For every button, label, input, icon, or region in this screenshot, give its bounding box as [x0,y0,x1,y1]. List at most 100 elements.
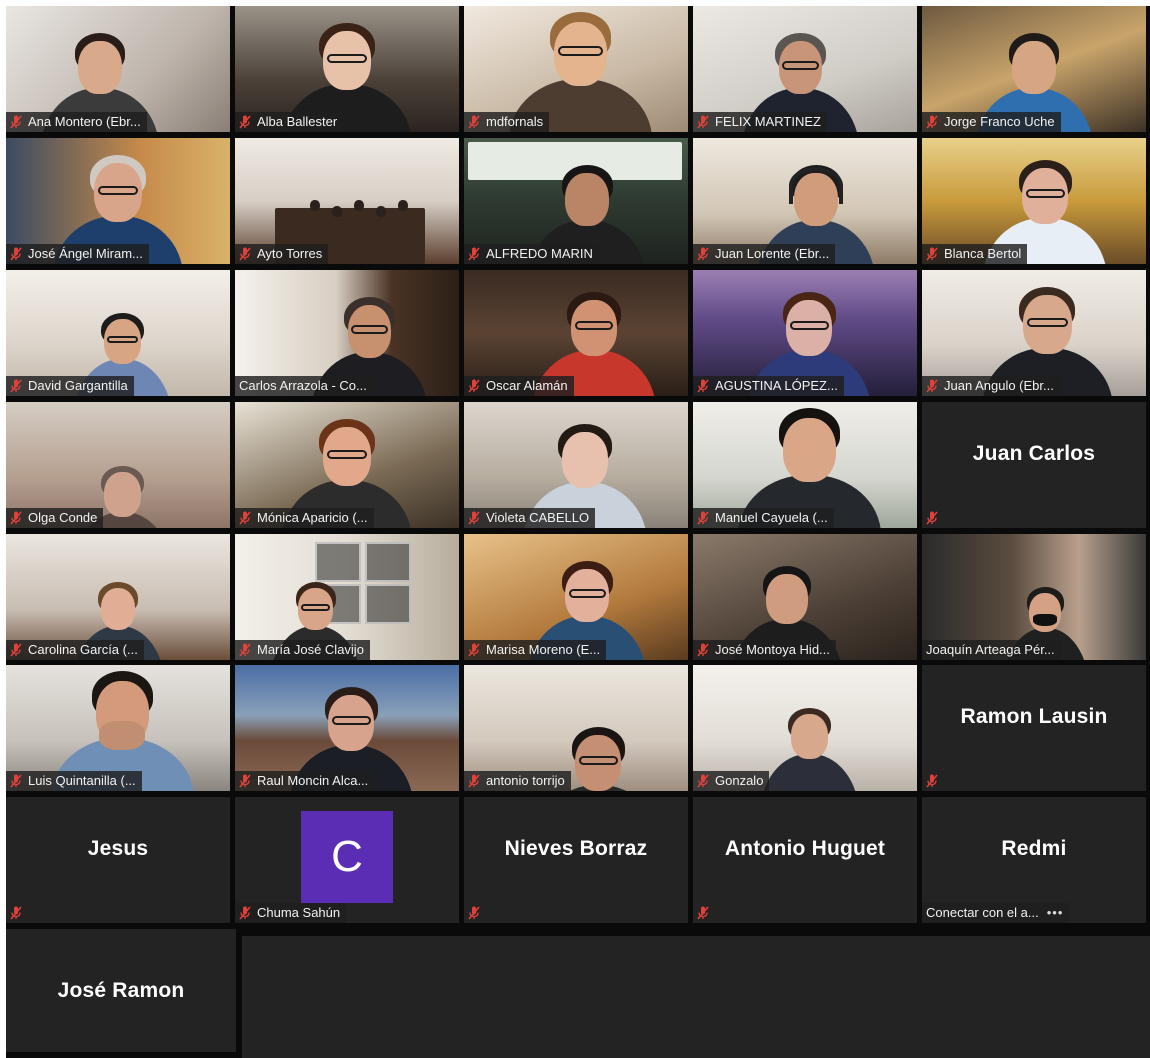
participant-name-tag: antonio torrijo [464,771,571,791]
participant-tile[interactable]: José Ramon [6,929,236,1052]
participant-tile[interactable]: David Gargantilla [6,270,230,396]
participant-name-tag: AGUSTINA LÓPEZ... [693,376,844,396]
mic-muted-icon [697,774,709,788]
participant-tile[interactable]: Antonio Huguet [693,797,917,923]
participant-tile[interactable]: Jorge Franco Uche [922,6,1146,132]
mic-muted-icon [239,774,251,788]
participant-tile[interactable]: Joaquín Arteaga Pér... [922,534,1146,660]
participant-display-name: Nieves Borraz [504,837,648,860]
participant-tile[interactable]: Nieves Borraz [464,797,688,923]
participant-name-tag: ALFREDO MARIN [464,244,599,264]
participant-name-tag: FELIX MARTINEZ [693,112,827,132]
video-gallery: Ana Montero (Ebr... Alba Ballester mdforna… [6,6,1150,1058]
mic-muted-icon [10,906,22,920]
participant-name: Olga Conde [28,510,98,525]
mic-muted-icon [697,511,709,525]
participant-tile[interactable]: AGUSTINA LÓPEZ... [693,270,917,396]
participant-name: Gonzalo [715,773,764,788]
more-options-icon[interactable]: ••• [1047,903,1064,923]
mic-muted-icon [697,643,709,657]
mic-muted-icon [10,247,22,261]
participant-tile[interactable]: FELIX MARTINEZ [693,6,917,132]
participant-tile[interactable]: Olga Conde [6,402,230,528]
participant-name-tag: Oscar Alamán [464,376,574,396]
participant-tile[interactable]: ALFREDO MARIN [464,138,688,264]
participant-tile[interactable]: Juan Lorente (Ebr... [693,138,917,264]
participant-tile[interactable]: Marisa Moreno (E... [464,534,688,660]
participant-name-tag: Jorge Franco Uche [922,112,1061,132]
participant-name: antonio torrijo [486,773,565,788]
mic-muted-icon [468,115,480,129]
participant-name: José Montoya Hid... [715,642,830,657]
participant-name-tag: Luis Quintanilla (... [6,771,142,791]
participant-name-tag: Ayto Torres [235,244,329,264]
participant-name: Oscar Alamán [486,378,568,393]
mic-muted-icon [926,115,938,129]
participant-tile[interactable]: Gonzalo [693,665,917,791]
mic-muted-icon [926,511,938,525]
mic-muted-icon [10,774,22,788]
participant-name: AGUSTINA LÓPEZ... [715,378,838,393]
participant-avatar: C [301,811,393,903]
participant-tile[interactable]: antonio torrijo [464,665,688,791]
participant-name-tag [922,508,950,528]
participant-tile[interactable]: Juan Carlos [922,402,1146,528]
participant-tile[interactable]: Carolina García (... [6,534,230,660]
participant-tile[interactable]: Manuel Cayuela (... [693,402,917,528]
participant-name-tag: Blanca Bertol [922,244,1028,264]
participant-name-tag: Olga Conde [6,508,104,528]
participant-name: Carolina García (... [28,642,138,657]
participant-tile[interactable]: Ayto Torres [235,138,459,264]
participant-tile[interactable]: mdfornals [464,6,688,132]
participant-name-tag: Violeta CABELLO [464,508,596,528]
participant-name-tag: Juan Lorente (Ebr... [693,244,836,264]
mic-muted-icon [468,774,480,788]
participant-name-tag [922,771,950,791]
participant-tile[interactable]: Oscar Alamán [464,270,688,396]
mic-muted-icon [926,247,938,261]
participant-tile[interactable]: Redmi Conectar con el a... ••• [922,797,1146,923]
participant-tile[interactable]: Juan Angulo (Ebr... [922,270,1146,396]
participant-name: Luis Quintanilla (... [28,773,136,788]
mic-muted-icon [10,511,22,525]
participant-name-tag: María José Clavijo [235,640,370,660]
participant-name: FELIX MARTINEZ [715,114,821,129]
mic-muted-icon [239,906,251,920]
participant-name-tag: José Montoya Hid... [693,640,836,660]
mic-muted-icon [697,115,709,129]
participant-tile[interactable]: María José Clavijo [235,534,459,660]
mic-muted-icon [239,115,251,129]
mic-muted-icon [468,643,480,657]
participant-tile[interactable]: Alba Ballester [235,6,459,132]
participant-name: Ayto Torres [257,246,323,261]
participant-name: Violeta CABELLO [486,510,590,525]
participant-tile[interactable]: Raul Moncin Alca... [235,665,459,791]
participant-tile[interactable]: Ramon Lausin [922,665,1146,791]
participant-tile[interactable]: Luis Quintanilla (... [6,665,230,791]
mic-muted-icon [468,511,480,525]
mic-muted-icon [468,906,480,920]
participant-tile[interactable]: Blanca Bertol [922,138,1146,264]
participant-name: Juan Angulo (Ebr... [944,378,1054,393]
participant-tile[interactable]: Carlos Arrazola - Co... [235,270,459,396]
mic-muted-icon [239,511,251,525]
participant-tile[interactable]: Jesus [6,797,230,923]
participant-display-name: Redmi [1001,837,1067,860]
participant-name-tag: Alba Ballester [235,112,344,132]
participant-name-tag: Conectar con el a... ••• [922,903,1070,923]
participant-tile[interactable]: C Chuma Sahún [235,797,459,923]
participant-name-tag: Manuel Cayuela (... [693,508,834,528]
participant-tile[interactable]: José Montoya Hid... [693,534,917,660]
mic-muted-icon [697,247,709,261]
participant-tile[interactable]: Ana Montero (Ebr... [6,6,230,132]
participant-name: Marisa Moreno (E... [486,642,601,657]
participant-name-tag: Juan Angulo (Ebr... [922,376,1060,396]
participant-tile[interactable]: Mónica Aparicio (... [235,402,459,528]
mic-muted-icon [926,774,938,788]
participant-tile[interactable]: José Ángel Miram... [6,138,230,264]
participant-name: David Gargantilla [28,378,128,393]
participant-name: Raul Moncin Alca... [257,773,369,788]
mic-muted-icon [697,379,709,393]
mic-muted-icon [10,115,22,129]
participant-tile[interactable]: Violeta CABELLO [464,402,688,528]
